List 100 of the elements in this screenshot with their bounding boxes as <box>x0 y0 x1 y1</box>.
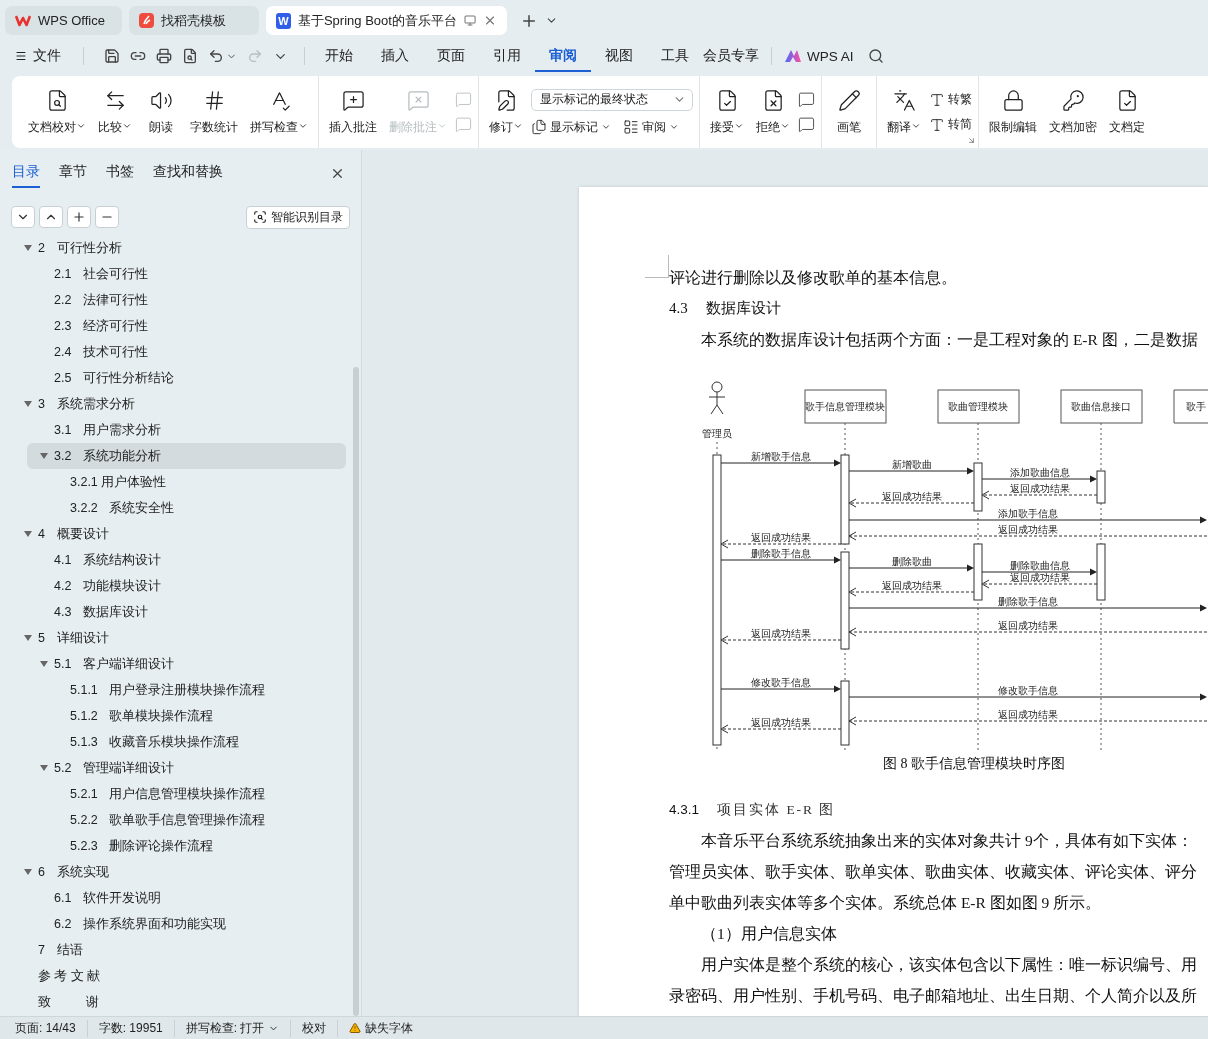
ribbon-button[interactable]: 拼写检查 <box>246 84 312 140</box>
toc-item[interactable]: 2.2 法律可行性 <box>18 287 346 313</box>
ribbon-tab[interactable]: 页面 <box>423 40 479 72</box>
toc-item[interactable]: 5.2.1 用户信息管理模块操作流程 <box>18 781 346 807</box>
toc-item[interactable]: 7 结语 <box>18 937 346 963</box>
scrollbar[interactable] <box>353 367 359 1016</box>
toc-item[interactable]: 2 可行性分析 <box>18 235 346 261</box>
body-text: 评论进行删除以及修改歌单的基本信息。 <box>669 268 958 288</box>
ribbon-tab[interactable]: 视图 <box>591 40 647 72</box>
ribbon-tab[interactable]: 审阅 <box>535 40 591 72</box>
toc-item[interactable]: 5 详细设计 <box>18 625 346 651</box>
toc-item[interactable]: 5.1.2 歌单模块操作流程 <box>18 703 346 729</box>
print-preview-icon[interactable] <box>182 48 198 64</box>
toc-item[interactable]: 6.2 操作系统界面和功能实现 <box>18 911 346 937</box>
panel-tab[interactable]: 书签 <box>106 163 134 188</box>
status-dropdown[interactable]: 拼写检查: 打开 <box>174 1019 292 1037</box>
toc-item[interactable]: 4.1 系统结构设计 <box>18 547 346 573</box>
window-tab[interactable]: 找稻壳模板 <box>129 6 259 35</box>
toc-item[interactable]: 5.1.3 收藏音乐模块操作流程 <box>18 729 346 755</box>
caret-icon[interactable] <box>22 400 34 408</box>
monitor-icon[interactable] <box>463 14 476 27</box>
status-text: 字数: 19951 <box>87 1019 175 1037</box>
message-label: 返回成功结果 <box>751 532 811 543</box>
ribbon-tab[interactable]: 会员专享 <box>703 40 759 72</box>
toc-item[interactable]: 参 考 文 献 <box>18 963 346 989</box>
print-icon[interactable] <box>156 48 172 64</box>
window-tab[interactable]: W 基于Spring Boot的音乐平台 <box>266 6 507 35</box>
panel-tab[interactable]: 章节 <box>59 163 87 188</box>
panel-tab[interactable]: 目录 <box>12 163 40 188</box>
toc-item[interactable]: 3 系统需求分析 <box>18 391 346 417</box>
ribbon-tab[interactable]: 开始 <box>311 40 367 72</box>
close-icon[interactable] <box>330 166 345 181</box>
ribbon-button[interactable]: 字数统计 <box>186 84 242 140</box>
caret-icon[interactable] <box>22 868 34 876</box>
toc-item[interactable]: 6 系统实现 <box>18 859 346 885</box>
comment-plus-icon <box>341 88 365 112</box>
toc-item[interactable]: 4 概要设计 <box>18 521 346 547</box>
ribbon-button[interactable]: 审阅 <box>623 118 679 136</box>
ribbon-button[interactable]: 拒绝 <box>752 84 794 140</box>
ribbon-button[interactable]: 画笔 <box>828 84 870 140</box>
wps-ai-button[interactable]: WPS AI <box>784 48 854 64</box>
ribbon-button[interactable]: 修订 <box>485 84 527 140</box>
ribbon-button[interactable]: 朗读 <box>140 84 182 140</box>
caret-icon[interactable] <box>22 530 34 538</box>
toc-item[interactable]: 3.2.1 用户体验性 <box>18 469 346 495</box>
search-icon[interactable] <box>867 48 884 64</box>
toc-item[interactable]: 2.1 社会可行性 <box>18 261 346 287</box>
status-warning[interactable]: 缺失字体 <box>338 1019 425 1037</box>
smart-toc-button[interactable]: 智能识别目录 <box>246 205 350 229</box>
participant-box: 歌手信息管理模块 <box>804 389 887 424</box>
ribbon-tab[interactable]: 工具 <box>647 40 703 72</box>
message-label: 新增歌曲 <box>891 459 932 470</box>
save-icon[interactable] <box>104 48 120 64</box>
ribbon-button[interactable]: 转简 <box>929 116 972 133</box>
ribbon-button[interactable]: 比较 <box>94 84 136 140</box>
dialog-launcher-icon[interactable] <box>967 136 976 145</box>
markup-dropdown[interactable]: 显示标记的最终状态 <box>531 88 693 111</box>
ribbon-tab[interactable]: 引用 <box>479 40 535 72</box>
toc-item[interactable]: 3.2 系统功能分析 <box>27 443 346 469</box>
toc-item[interactable]: 6.1 软件开发说明 <box>18 885 346 911</box>
caret-icon[interactable] <box>38 764 50 772</box>
remove-button[interactable] <box>95 206 119 228</box>
toc-item[interactable]: 2.5 可行性分析结论 <box>18 365 346 391</box>
caret-icon[interactable] <box>22 634 34 642</box>
toc-item[interactable]: 3.2.2 系统安全性 <box>18 495 346 521</box>
ribbon-button[interactable]: 插入批注 <box>325 84 381 140</box>
collapse-button[interactable] <box>39 206 63 228</box>
toc-item[interactable]: 5.2.3 删除评论操作流程 <box>18 833 346 859</box>
ribbon-button[interactable]: 转繁 <box>929 91 972 108</box>
ribbon-button[interactable]: 文档定 <box>1105 84 1149 140</box>
ribbon-tab[interactable]: 插入 <box>367 40 423 72</box>
caret-icon[interactable] <box>22 244 34 252</box>
expand-button[interactable] <box>11 206 35 228</box>
add-button[interactable] <box>67 206 91 228</box>
panel-tab[interactable]: 查找和替换 <box>153 163 223 188</box>
toc-item[interactable]: 5.2.2 歌单歌手信息管理操作流程 <box>18 807 346 833</box>
ribbon-button[interactable]: 翻译 <box>883 84 925 140</box>
toc-item[interactable]: 致 谢 <box>18 989 346 1015</box>
ribbon-button[interactable]: 接受 <box>706 84 748 140</box>
toc-item[interactable]: 5.1 客户端详细设计 <box>18 651 346 677</box>
window-tab[interactable]: WPS Office <box>5 6 122 35</box>
toc-item[interactable]: 4.3 数据库设计 <box>18 599 346 625</box>
ribbon-button[interactable]: 文档校对 <box>24 84 90 140</box>
toc-item[interactable]: 5.1.1 用户登录注册模块操作流程 <box>18 677 346 703</box>
caret-icon[interactable] <box>38 660 50 668</box>
ribbon-button[interactable]: 显示标记 <box>531 118 611 136</box>
ribbon-button[interactable]: 文档加密 <box>1045 84 1101 140</box>
toc-item[interactable]: 3.1 用户需求分析 <box>18 417 346 443</box>
toc-item[interactable]: 5.2 管理端详细设计 <box>18 755 346 781</box>
comment-icon[interactable] <box>798 91 815 108</box>
toc-item[interactable]: 2.4 技术可行性 <box>18 339 346 365</box>
file-menu[interactable]: 文件 <box>15 47 61 65</box>
toc-item[interactable]: 4.2 功能模块设计 <box>18 573 346 599</box>
activation-bar <box>973 462 983 512</box>
caret-icon[interactable] <box>38 452 50 460</box>
undo-icon[interactable] <box>208 48 224 64</box>
comment-icon[interactable] <box>798 116 815 133</box>
ribbon-button[interactable]: 限制编辑 <box>985 84 1041 140</box>
comment-x-icon <box>406 88 430 112</box>
toc-item[interactable]: 2.3 经济可行性 <box>18 313 346 339</box>
